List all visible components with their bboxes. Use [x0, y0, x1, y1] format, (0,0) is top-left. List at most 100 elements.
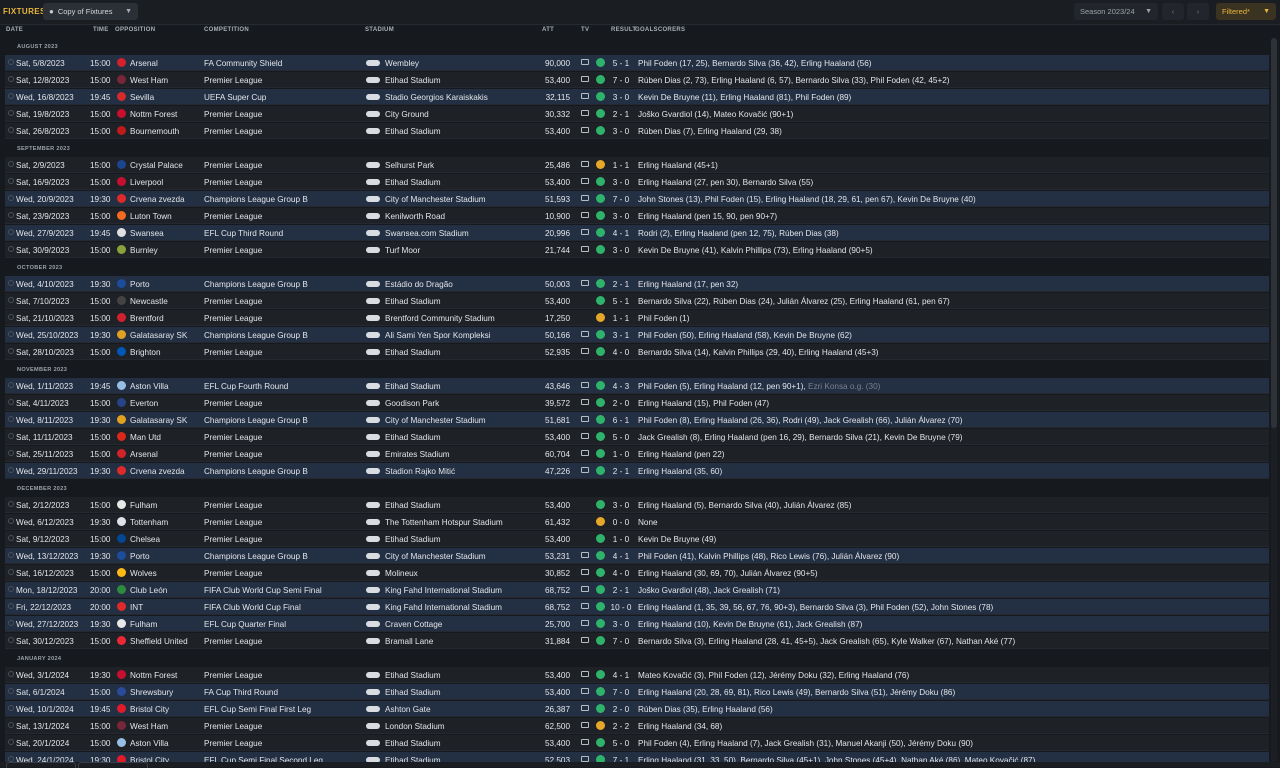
result-score[interactable]: 7 - 0 [609, 76, 633, 85]
opposition-link[interactable]: Burnley [130, 246, 158, 255]
row-select-icon[interactable] [8, 110, 14, 116]
opposition-link[interactable]: Crvena zvezda [130, 195, 185, 204]
opposition-link[interactable]: Tottenham [130, 518, 168, 527]
table-row[interactable]: Sat, 5/8/2023 15:00 Arsenal FA Community Sh… [5, 55, 1269, 71]
table-row[interactable]: Wed, 27/9/2023 19:45 Swansea EFL Cup Third … [5, 225, 1269, 241]
row-select-icon[interactable] [8, 739, 14, 745]
result-score[interactable]: 0 - 0 [609, 518, 633, 527]
competition-link[interactable]: Premier League [204, 535, 262, 544]
table-row[interactable]: Wed, 25/10/2023 19:30 Galatasaray SK Champi… [5, 327, 1269, 343]
opposition-link[interactable]: Swansea [130, 229, 164, 238]
result-score[interactable]: 4 - 1 [609, 229, 633, 238]
row-select-icon[interactable] [8, 450, 14, 456]
table-row[interactable]: Wed, 16/8/2023 19:45 Sevilla UEFA Super Cup… [5, 89, 1269, 105]
table-row[interactable]: Sat, 7/10/2023 15:00 Newcastle Premier Leag… [5, 293, 1269, 309]
row-select-icon[interactable] [8, 399, 14, 405]
column-header-result[interactable]: RESULT [611, 27, 636, 33]
opposition-link[interactable]: Sevilla [130, 93, 154, 102]
table-row[interactable]: Sat, 16/12/2023 15:00 Wolves Premier League… [5, 565, 1269, 581]
stadium-link[interactable]: Molineux [385, 569, 418, 578]
result-score[interactable]: 3 - 1 [609, 331, 633, 340]
row-select-icon[interactable] [8, 127, 14, 133]
result-score[interactable]: 1 - 0 [609, 450, 633, 459]
competition-link[interactable]: FIFA Club World Cup Final [204, 603, 301, 612]
footer-tab[interactable] [78, 762, 148, 768]
stadium-link[interactable]: Kenilworth Road [385, 212, 445, 221]
stadium-link[interactable]: Goodison Park [385, 399, 439, 408]
stadium-link[interactable]: Etihad Stadium [385, 501, 441, 510]
opposition-link[interactable]: Crvena zvezda [130, 467, 185, 476]
season-select[interactable]: Season 2023/24 ▼ [1074, 3, 1158, 20]
result-score[interactable]: 2 - 1 [609, 467, 633, 476]
stadium-link[interactable]: Turf Moor [385, 246, 420, 255]
opposition-link[interactable]: Porto [130, 280, 150, 289]
stadium-link[interactable]: Etihad Stadium [385, 739, 441, 748]
opposition-link[interactable]: Galatasaray SK [130, 416, 187, 425]
row-select-icon[interactable] [8, 178, 14, 184]
competition-link[interactable]: Premier League [204, 399, 262, 408]
result-score[interactable]: 2 - 0 [609, 399, 633, 408]
competition-link[interactable]: Champions League Group B [204, 416, 308, 425]
row-select-icon[interactable] [8, 433, 14, 439]
result-score[interactable]: 3 - 0 [609, 212, 633, 221]
stadium-link[interactable]: Stadion Rajko Mitić [385, 467, 455, 476]
table-row[interactable]: Sat, 30/9/2023 15:00 Burnley Premier League… [5, 242, 1269, 258]
opposition-link[interactable]: Nottm Forest [130, 671, 177, 680]
result-score[interactable]: 5 - 1 [609, 59, 633, 68]
opposition-link[interactable]: Bournemouth [130, 127, 179, 136]
result-score[interactable]: 2 - 1 [609, 110, 633, 119]
opposition-link[interactable]: Shrewsbury [130, 688, 173, 697]
competition-link[interactable]: EFL Cup Semi Final First Leg [204, 705, 311, 714]
competition-link[interactable]: Champions League Group B [204, 552, 308, 561]
result-score[interactable]: 4 - 3 [609, 382, 633, 391]
competition-link[interactable]: Premier League [204, 433, 262, 442]
row-select-icon[interactable] [8, 161, 14, 167]
row-select-icon[interactable] [8, 620, 14, 626]
table-row[interactable]: Sat, 2/9/2023 15:00 Crystal Palace Premier … [5, 157, 1269, 173]
competition-link[interactable]: Champions League Group B [204, 195, 308, 204]
table-row[interactable]: Sat, 13/1/2024 15:00 West Ham Premier Leagu… [5, 718, 1269, 734]
stadium-link[interactable]: Stadio Georgios Karaiskakis [385, 93, 488, 102]
result-score[interactable]: 4 - 1 [609, 552, 633, 561]
result-score[interactable]: 3 - 0 [609, 501, 633, 510]
result-score[interactable]: 2 - 1 [609, 280, 633, 289]
stadium-link[interactable]: Etihad Stadium [385, 127, 441, 136]
stadium-link[interactable]: City of Manchester Stadium [385, 552, 486, 561]
competition-link[interactable]: FIFA Club World Cup Semi Final [204, 586, 322, 595]
opposition-link[interactable]: INT [130, 603, 143, 612]
competition-link[interactable]: EFL Cup Fourth Round [204, 382, 288, 391]
result-score[interactable]: 7 - 0 [609, 688, 633, 697]
table-row[interactable]: Mon, 18/12/2023 20:00 Club León FIFA Club W… [5, 582, 1269, 598]
row-select-icon[interactable] [8, 586, 14, 592]
row-select-icon[interactable] [8, 246, 14, 252]
competition-link[interactable]: Premier League [204, 518, 262, 527]
result-score[interactable]: 5 - 0 [609, 739, 633, 748]
stadium-link[interactable]: Etihad Stadium [385, 178, 441, 187]
result-score[interactable]: 3 - 0 [609, 127, 633, 136]
competition-link[interactable]: Premier League [204, 671, 262, 680]
next-season-button[interactable]: › [1187, 3, 1209, 20]
row-select-icon[interactable] [8, 76, 14, 82]
competition-link[interactable]: Premier League [204, 161, 262, 170]
opposition-link[interactable]: Sheffield United [130, 637, 188, 646]
opposition-link[interactable]: West Ham [130, 722, 168, 731]
row-select-icon[interactable] [8, 722, 14, 728]
competition-link[interactable]: Premier League [204, 314, 262, 323]
result-score[interactable]: 3 - 0 [609, 620, 633, 629]
row-select-icon[interactable] [8, 348, 14, 354]
row-select-icon[interactable] [8, 569, 14, 575]
stadium-link[interactable]: Craven Cottage [385, 620, 442, 629]
table-row[interactable]: Sat, 16/9/2023 15:00 Liverpool Premier Leag… [5, 174, 1269, 190]
stadium-link[interactable]: King Fahd International Stadium [385, 603, 502, 612]
table-row[interactable]: Wed, 10/1/2024 19:45 Bristol City EFL Cup S… [5, 701, 1269, 717]
competition-link[interactable]: UEFA Super Cup [204, 93, 266, 102]
result-score[interactable]: 10 - 0 [609, 603, 633, 612]
opposition-link[interactable]: Club León [130, 586, 167, 595]
stadium-link[interactable]: Ashton Gate [385, 705, 431, 714]
opposition-link[interactable]: Fulham [130, 501, 157, 510]
column-header-stadium[interactable]: STADIUM [365, 27, 394, 33]
row-select-icon[interactable] [8, 280, 14, 286]
table-row[interactable]: Wed, 1/11/2023 19:45 Aston Villa EFL Cup Fo… [5, 378, 1269, 394]
competition-link[interactable]: FA Community Shield [204, 59, 282, 68]
table-row[interactable]: Sat, 21/10/2023 15:00 Brentford Premier Lea… [5, 310, 1269, 326]
